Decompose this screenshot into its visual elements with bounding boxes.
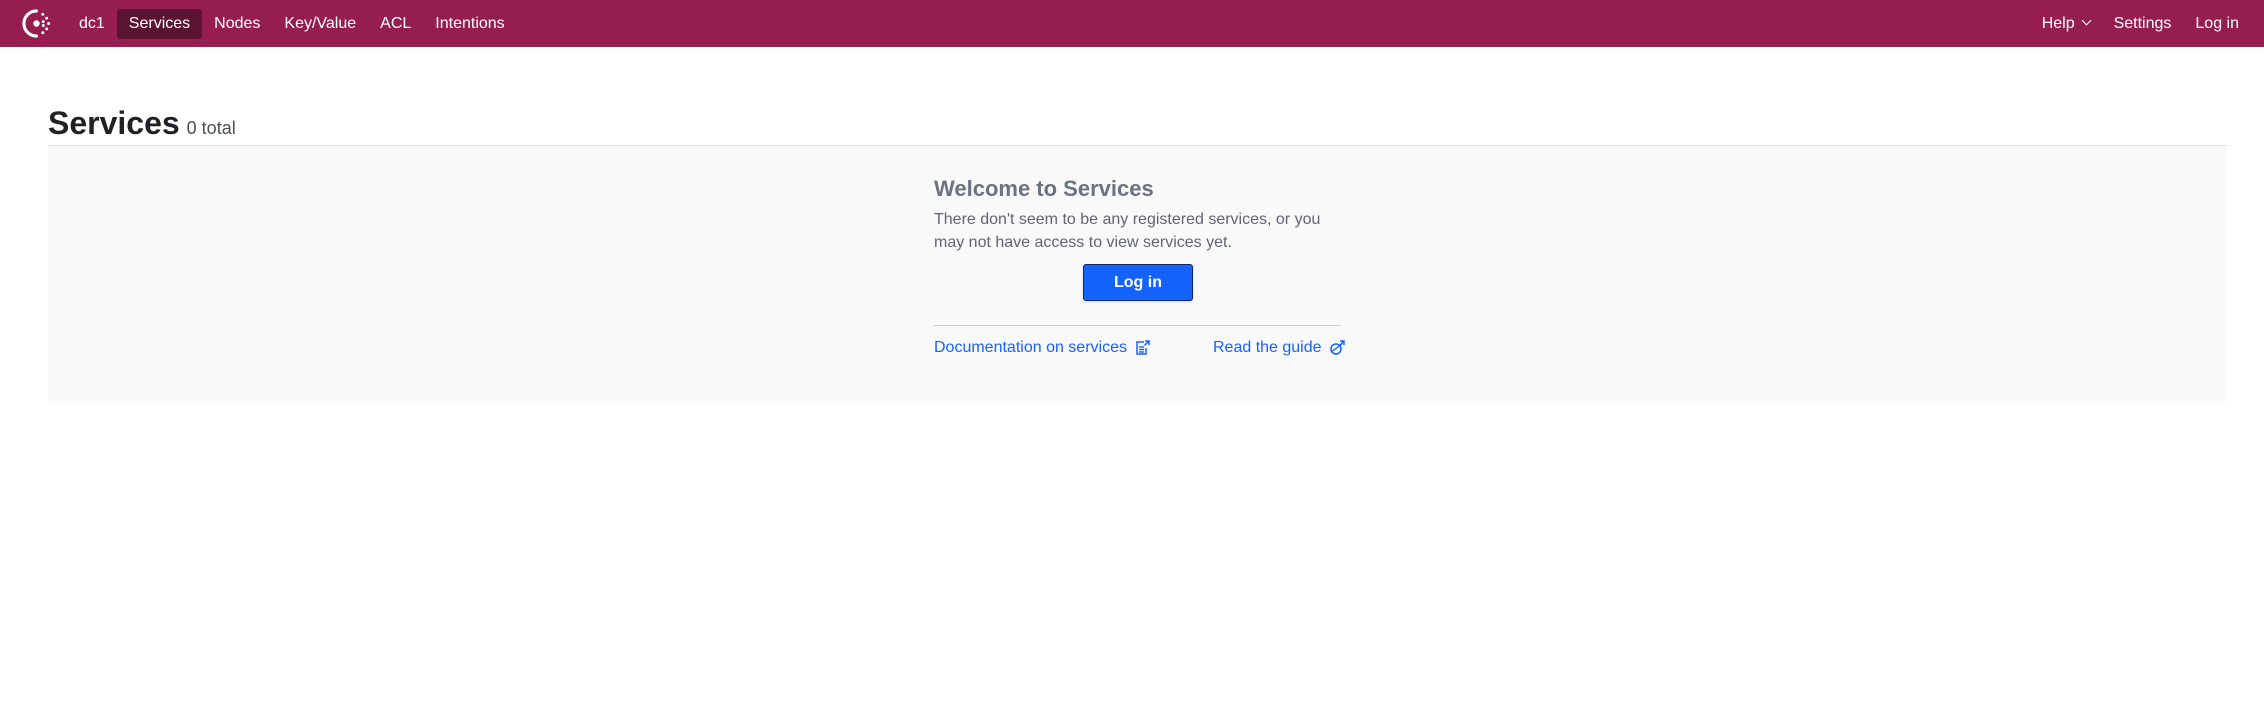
empty-state-body: There don't seem to be any registered se…: [934, 211, 1321, 251]
consul-logo-icon[interactable]: [21, 8, 52, 39]
page-header: Services 0 total: [48, 104, 2227, 146]
datacenter-selector[interactable]: dc1: [67, 9, 117, 39]
empty-state-title: Welcome to Services: [934, 176, 1154, 201]
nav-services[interactable]: Services: [116, 8, 203, 39]
settings-link[interactable]: Settings: [2102, 9, 2184, 39]
nav-intentions[interactable]: Intentions: [423, 9, 516, 39]
nav-key-value[interactable]: Key/Value: [272, 9, 368, 39]
help-label: Help: [2041, 14, 2075, 32]
top-nav: dc1 Services Nodes Key/Value ACL Intenti…: [0, 0, 2264, 47]
empty-state-links: Documentation on services Read the guide: [934, 336, 1345, 360]
chevron-down-icon: [2081, 15, 2092, 25]
nav-nodes[interactable]: Nodes: [202, 9, 272, 39]
empty-state-divider: [934, 325, 1341, 326]
services-count: 0 total: [186, 118, 236, 138]
secondary-nav: Help Settings Log in: [2030, 0, 2251, 47]
empty-state: Welcome to Services There don't seem to …: [934, 176, 1345, 356]
nav-login-link[interactable]: Log in: [2183, 9, 2251, 39]
login-button[interactable]: Log in: [1083, 264, 1193, 301]
primary-nav: dc1 Services Nodes Key/Value ACL Intenti…: [67, 0, 517, 47]
guide-icon: [1329, 340, 1345, 355]
guide-link[interactable]: Read the guide: [1213, 336, 1345, 360]
documentation-link[interactable]: Documentation on services: [934, 336, 1150, 360]
nav-acl[interactable]: ACL: [368, 9, 423, 39]
help-menu[interactable]: Help: [2030, 9, 2102, 39]
docs-icon: [1136, 340, 1150, 355]
page-title: Services: [48, 105, 180, 141]
documentation-link-label: Documentation on services: [934, 339, 1127, 356]
guide-link-label: Read the guide: [1213, 339, 1322, 356]
